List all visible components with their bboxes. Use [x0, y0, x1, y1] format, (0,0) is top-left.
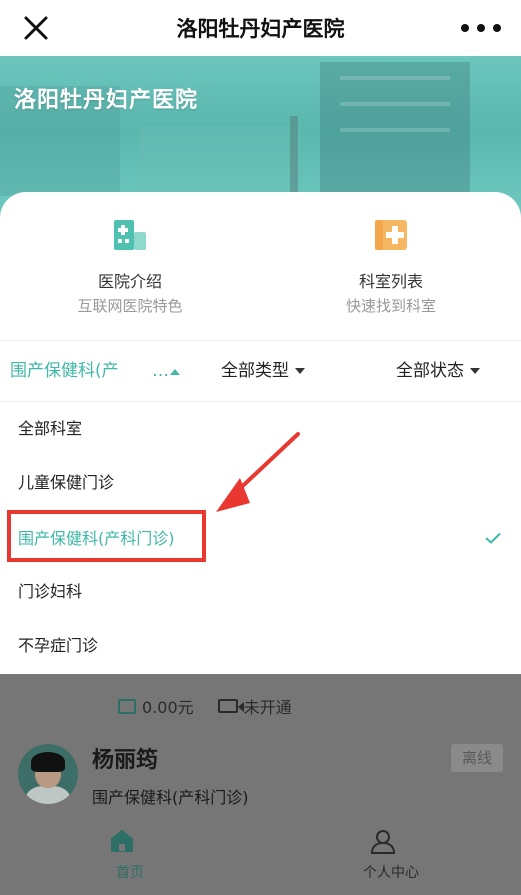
hospital-intro-title: 医院介绍 — [97, 272, 162, 291]
banner-building — [320, 62, 470, 192]
home-icon — [111, 830, 133, 852]
dropdown-option-label: 儿童保健门诊 — [18, 473, 115, 492]
video-status: 未开通 — [243, 698, 292, 717]
banner-window — [340, 76, 450, 80]
avatar — [18, 744, 78, 804]
dropdown-option-label: 全部科室 — [18, 419, 83, 438]
navbar: 洛阳牡丹妇产医院 — [0, 0, 521, 56]
banner-hospital-name: 洛阳牡丹妇产医院 — [14, 88, 199, 113]
doctor-department: 围产保健科(产科门诊) — [92, 788, 249, 807]
dropdown-option-label: 不孕症门诊 — [18, 636, 99, 655]
hospital-intro-subtitle: 互联网医院特色 — [77, 297, 183, 315]
dropdown-option[interactable]: 不孕症门诊 — [0, 619, 521, 673]
video-icon — [217, 699, 244, 713]
department-filter-ellipsis: … — [152, 361, 169, 381]
hospital-building-icon — [114, 220, 146, 250]
status-filter[interactable]: 全部状态 — [396, 359, 480, 383]
caret-down-icon — [470, 368, 480, 374]
tab-profile-label: 个人中心 — [363, 865, 419, 881]
department-plus-icon — [375, 220, 407, 250]
type-filter-label: 全部类型 — [221, 361, 289, 381]
tab-profile[interactable]: 个人中心 — [261, 822, 521, 895]
dropdown-option-label: 门诊妇科 — [18, 582, 83, 601]
tab-bar: 首页 个人中心 — [0, 822, 521, 895]
status-filter-label: 全部状态 — [396, 361, 464, 381]
close-icon[interactable] — [22, 14, 50, 42]
more-dots-icon[interactable] — [461, 20, 501, 36]
tab-home-label: 首页 — [116, 865, 144, 881]
caret-down-icon — [295, 368, 305, 374]
user-icon — [370, 830, 396, 854]
banner-window — [340, 102, 450, 106]
filter-bar: 围产保健科(产 … 全部类型 全部状态 — [0, 340, 521, 402]
hospital-intro-link[interactable]: 医院介绍 互联网医院特色 — [0, 192, 260, 340]
dim-overlay[interactable]: 0.00元 未开通 杨丽筠 围产保健科(产科门诊) 离线 首页 个人中心 — [0, 674, 521, 895]
department-filter-label: 围产保健科(产 — [10, 361, 119, 381]
doctor-card: 杨丽筠 围产保健科(产科门诊) 离线 — [0, 734, 521, 824]
banner-window — [340, 128, 450, 132]
annotation-highlight-box — [7, 510, 206, 562]
image-consult-icon — [118, 698, 136, 714]
doctor-name: 杨丽筠 — [92, 748, 159, 773]
doctor-stats: 0.00元 未开通 — [118, 694, 292, 718]
consult-price: 0.00元 — [142, 698, 194, 717]
status-badge: 离线 — [451, 744, 503, 772]
department-list-subtitle: 快速找到科室 — [345, 297, 436, 315]
annotation-arrow-icon — [216, 432, 300, 512]
quick-links-card: 医院介绍 互联网医院特色 科室列表 快速找到科室 — [0, 192, 521, 340]
department-list-link[interactable]: 科室列表 快速找到科室 — [261, 192, 521, 340]
page-title: 洛阳牡丹妇产医院 — [176, 17, 345, 41]
type-filter[interactable]: 全部类型 — [221, 359, 305, 383]
check-icon — [485, 532, 501, 544]
dropdown-option[interactable]: 门诊妇科 — [0, 565, 521, 619]
department-list-title: 科室列表 — [358, 272, 423, 291]
department-filter[interactable]: 围产保健科(产 … — [10, 359, 180, 383]
caret-up-icon — [170, 369, 180, 375]
tab-home[interactable]: 首页 — [0, 822, 260, 895]
